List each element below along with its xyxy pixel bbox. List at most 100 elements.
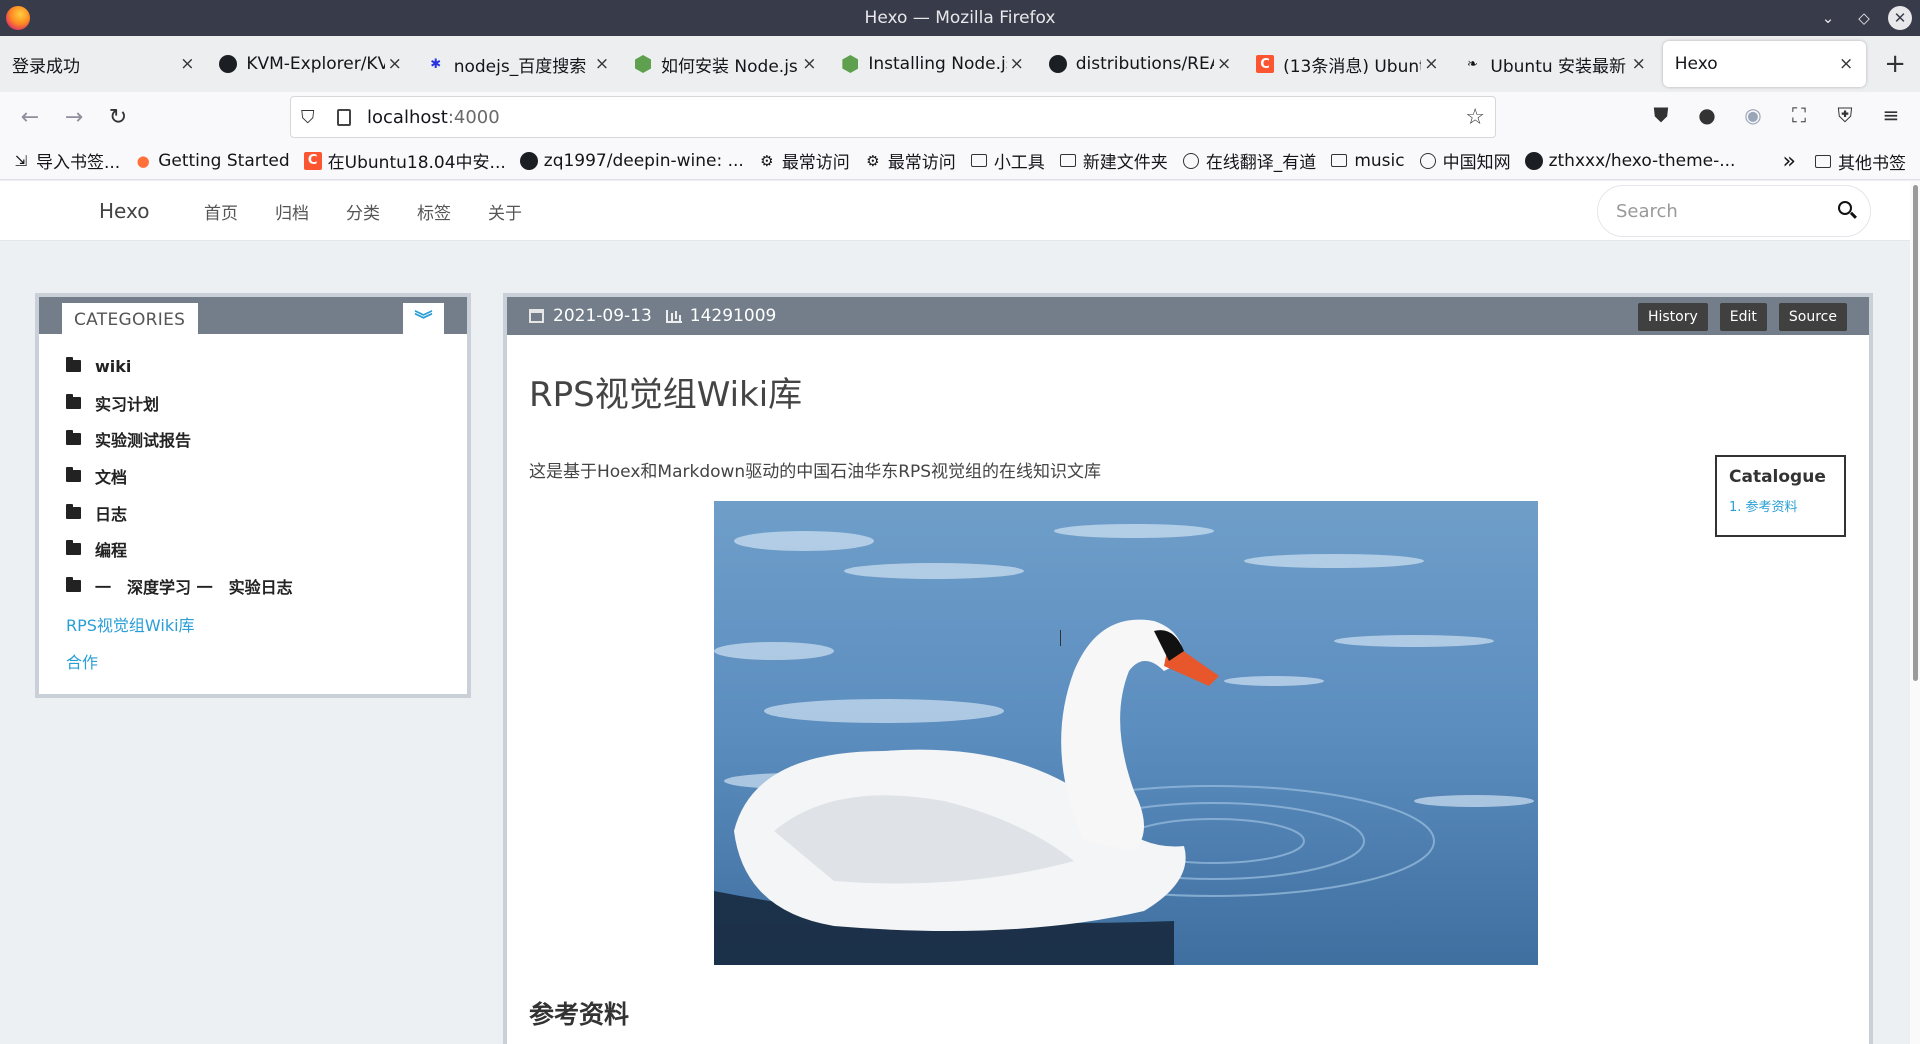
tab-csdn-ubuntu[interactable]: C (13条消息) Ubuntu × (1244, 36, 1451, 92)
bookmark-ubuntu-install[interactable]: C 在Ubuntu18.04中安... (303, 148, 506, 173)
forward-arrow-icon[interactable]: → (52, 97, 96, 137)
category-item-wiki[interactable]: wiki (66, 348, 467, 385)
tab-close-icon[interactable]: × (1836, 54, 1856, 74)
category-item-logs[interactable]: 日志 (66, 494, 467, 531)
edit-button[interactable]: Edit (1719, 303, 1767, 331)
scrollbar-thumb[interactable] (1913, 185, 1918, 681)
bookmark-youdao[interactable]: 在线翻译_有道 (1182, 148, 1316, 173)
article-panel: 2021-09-13 14291009 History Edit Source … (503, 293, 1873, 1044)
reload-icon[interactable]: ↻ (96, 97, 140, 137)
category-item-deep-learning-log[interactable]: 一 深度学习 一 实验日志 (66, 568, 467, 605)
bookmark-most-visited-2[interactable]: ⚙ 最常访问 (864, 148, 956, 174)
tab-hexo[interactable]: Hexo × (1662, 41, 1867, 87)
tab-nodejs-baidu[interactable]: ✱ nodejs_百度搜索 × (415, 36, 622, 92)
folder-icon (1330, 152, 1348, 170)
import-icon: ⇲ (14, 151, 28, 170)
collapse-chevron-icon[interactable]: ︾ (403, 303, 444, 334)
bookmark-label: 小工具 (993, 153, 1045, 173)
menu-item-home[interactable]: 首页 (204, 199, 238, 224)
history-button[interactable]: History (1637, 303, 1708, 331)
bookmark-deepin-wine[interactable]: zq1997/deepin-wine: ... (519, 151, 744, 171)
bookmark-tools-folder[interactable]: 小工具 (970, 148, 1045, 173)
tab-kvm-explorer[interactable]: KVM-Explorer/KV × (207, 36, 414, 92)
category-item-test-reports[interactable]: 实验测试报告 (66, 421, 467, 458)
bookmark-music-folder[interactable]: music (1330, 150, 1405, 171)
bookmarks-overflow-icon[interactable]: » (1783, 149, 1796, 174)
bookmark-new-folder[interactable]: 新建文件夹 (1059, 148, 1168, 173)
catalogue-entry-references[interactable]: 1. 参考资料 (1729, 496, 1844, 515)
site-brand[interactable]: Hexo (99, 199, 149, 223)
account-icon[interactable]: ● (1694, 102, 1720, 128)
tab-distributions[interactable]: distributions/REA × (1037, 36, 1244, 92)
folder-icon (66, 430, 81, 446)
screenshot-icon[interactable]: ⛶ (1786, 102, 1812, 128)
bookmark-label: 导入书签... (36, 153, 121, 173)
new-tab-button[interactable]: + (1870, 36, 1920, 92)
category-item-internship[interactable]: 实习计划 (66, 385, 467, 422)
bookmark-import[interactable]: ⇲ 导入书签... (12, 148, 121, 174)
search-icon[interactable] (1838, 201, 1852, 215)
sidebar-link-wiki-home[interactable]: RPS视觉组Wiki库 (66, 604, 467, 641)
tab-close-icon[interactable]: × (385, 54, 405, 74)
folder-icon (66, 540, 81, 556)
article-title: RPS视觉组Wiki库 (529, 375, 803, 415)
folder-icon (1814, 152, 1832, 170)
pocket-icon[interactable]: ⛊ (1648, 102, 1674, 128)
tab-close-icon[interactable]: × (1629, 54, 1649, 74)
firefox-icon: ● (136, 151, 150, 170)
tab-close-icon[interactable]: × (799, 54, 819, 74)
category-label: 编程 (95, 541, 128, 561)
tab-close-icon[interactable]: × (1421, 54, 1441, 74)
categories-panel: CATEGORIES ︾ wiki 实习计划 实验测试报告 文档 日志 编程 一… (35, 293, 471, 698)
tab-close-icon[interactable]: × (1214, 54, 1234, 74)
extension-shield-icon[interactable]: ⛨ (1832, 102, 1858, 128)
menu-item-about[interactable]: 关于 (488, 199, 522, 224)
bookmark-label: music (1354, 150, 1405, 171)
menu-item-archives[interactable]: 归档 (275, 199, 309, 224)
maximize-icon[interactable]: ◇ (1852, 6, 1876, 30)
article-date: 2021-09-13 (553, 306, 652, 326)
tab-title: distributions/REA (1075, 54, 1215, 74)
section-heading-references: 参考资料 (529, 1000, 630, 1029)
minimize-icon[interactable]: ⌄ (1816, 6, 1840, 30)
hamburger-menu-icon[interactable]: ≡ (1878, 102, 1904, 128)
category-item-docs[interactable]: 文档 (66, 458, 467, 495)
extension-circle-icon[interactable]: ◉ (1740, 102, 1766, 128)
category-label: wiki (95, 356, 132, 376)
tab-close-icon[interactable]: × (592, 54, 612, 74)
bookmark-hexo-theme[interactable]: zthxxx/hexo-theme-... (1524, 151, 1735, 171)
page-info-icon[interactable] (337, 108, 351, 126)
bookmark-most-visited-1[interactable]: ⚙ 最常访问 (758, 148, 850, 174)
tab-login-success[interactable]: 登录成功 × (0, 36, 207, 92)
category-list: wiki 实习计划 实验测试报告 文档 日志 编程 一 深度学习 一 实验日志 … (39, 334, 467, 677)
firefox-logo-icon (6, 6, 30, 30)
tracking-shield-icon[interactable]: ⛉ (301, 107, 323, 128)
site-menu: 首页 归档 分类 标签 关于 (204, 199, 559, 224)
page-scrollbar[interactable] (1910, 181, 1920, 1044)
tab-ubuntu-install[interactable]: ❧ Ubuntu 安装最新 × (1451, 36, 1658, 92)
bookmark-star-icon[interactable]: ☆ (1465, 105, 1485, 130)
sidebar-link-cooperation[interactable]: 合作 (66, 641, 467, 678)
csdn-icon: C (303, 151, 322, 170)
other-bookmarks-folder[interactable]: 其他书签 (1814, 149, 1906, 174)
category-label: 实习计划 (95, 394, 160, 414)
tab-close-icon[interactable]: × (1007, 54, 1027, 74)
url-bar[interactable]: ⛉ localhost:4000 ☆ (290, 96, 1496, 138)
tab-title: KVM-Explorer/KV (246, 54, 385, 74)
source-button[interactable]: Source (1778, 303, 1847, 331)
menu-item-tags[interactable]: 标签 (417, 199, 451, 224)
tab-title: nodejs_百度搜索 (453, 56, 587, 77)
article-description: 这是基于Hoex和Markdown驱动的中国石油华东RPS视觉组的在线知识文库 (529, 462, 1102, 482)
back-arrow-icon[interactable]: ← (8, 97, 52, 137)
menu-item-categories[interactable]: 分类 (346, 199, 380, 224)
tab-installing-nodejs[interactable]: Installing Node.js × (829, 36, 1036, 92)
tab-install-nodejs[interactable]: 如何安装 Node.js × (622, 36, 829, 92)
bookmark-cnki[interactable]: 中国知网 (1419, 148, 1511, 173)
bookmark-label: Getting Started (158, 150, 290, 171)
search-input[interactable]: Search (1597, 185, 1871, 237)
tab-close-icon[interactable]: × (177, 54, 197, 74)
category-item-programming[interactable]: 编程 (66, 531, 467, 568)
bookmark-getting-started[interactable]: ● Getting Started (134, 150, 290, 171)
close-window-icon[interactable]: ✕ (1888, 6, 1912, 30)
article-meta-bar: 2021-09-13 14291009 History Edit Source (507, 297, 1869, 335)
